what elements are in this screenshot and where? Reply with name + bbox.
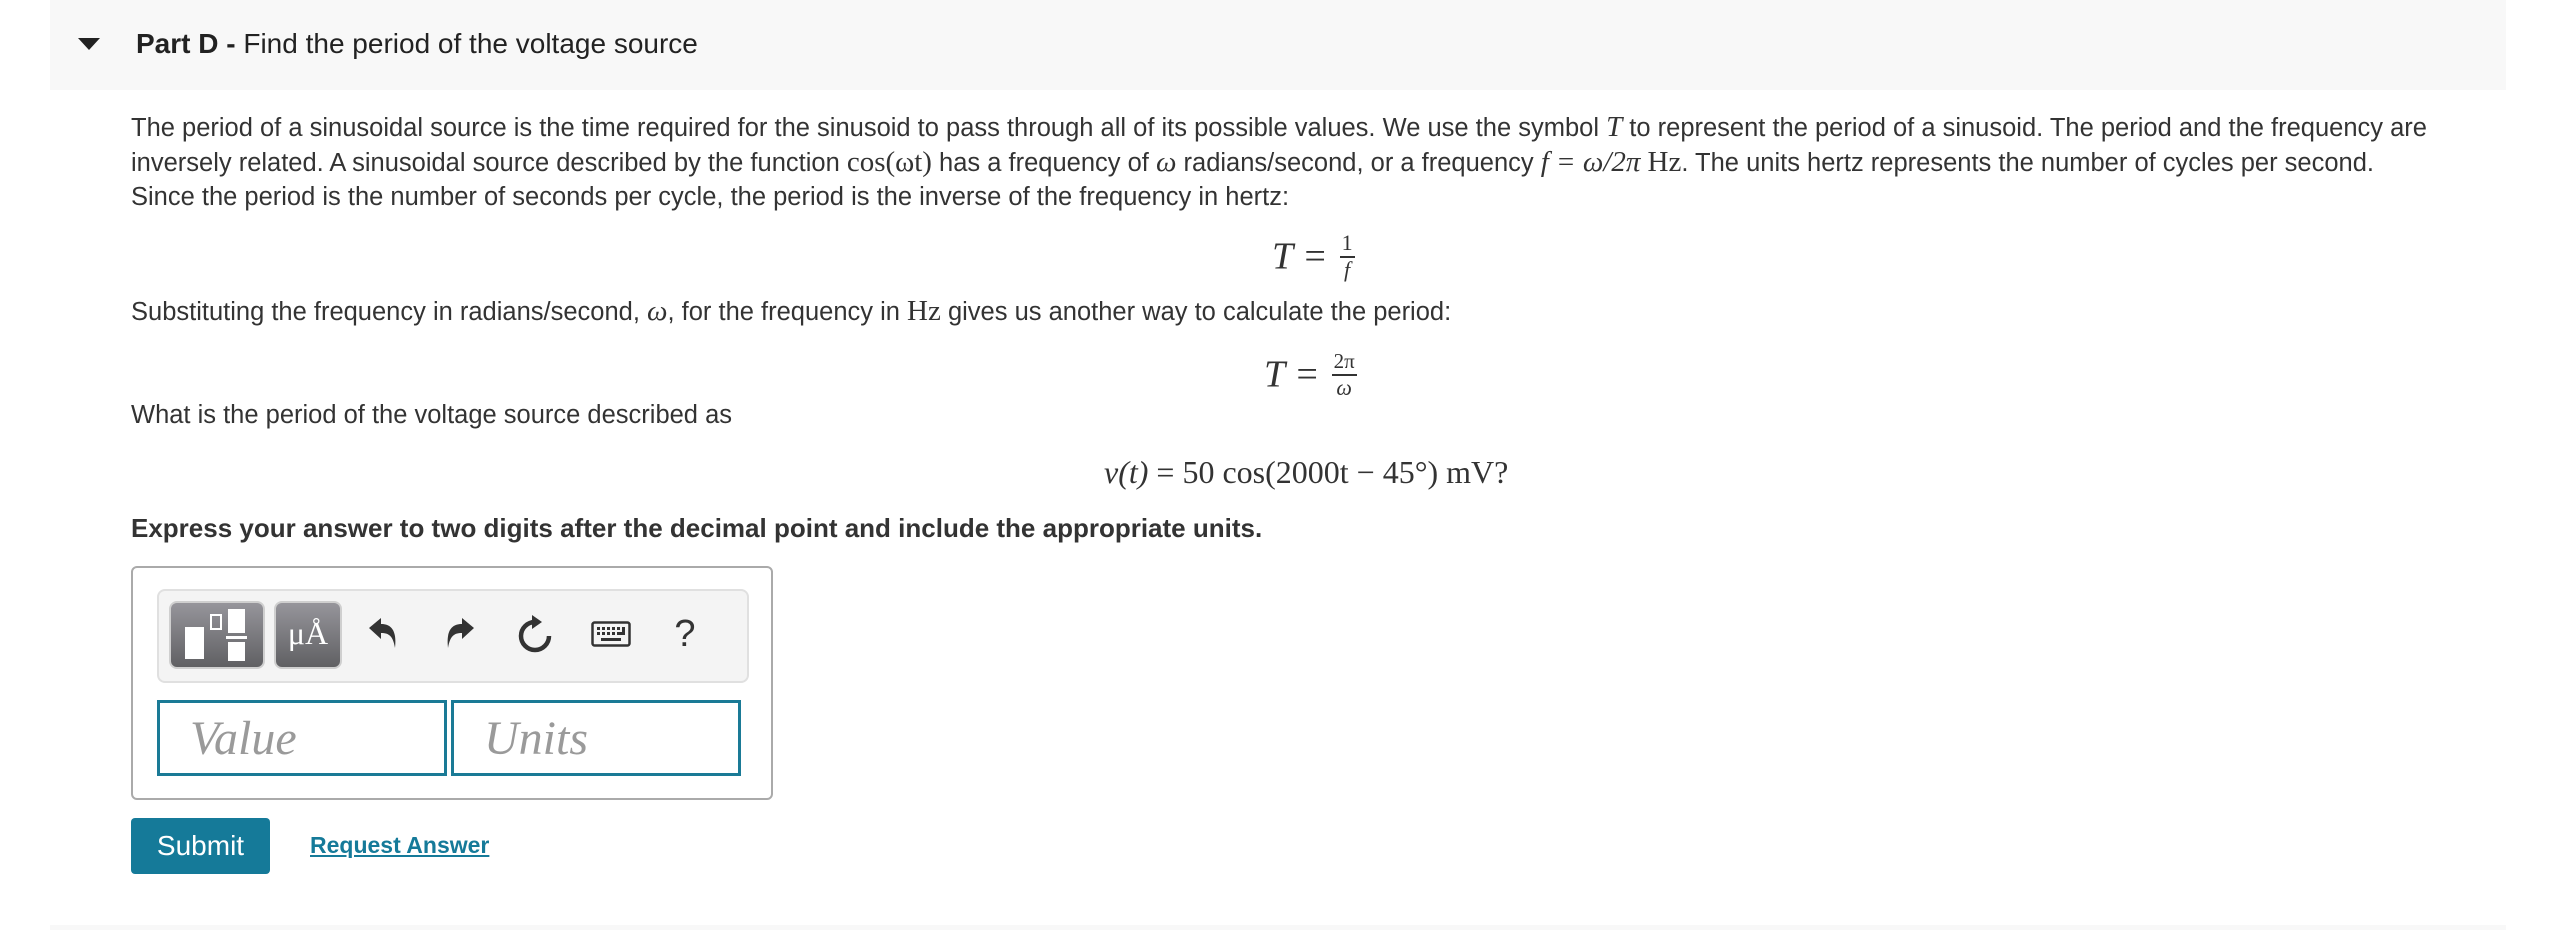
intro-line-2: inversely related. A sinusoidal source d… <box>131 145 2427 180</box>
eq3-rhs: = 50 cos(2000t − 45°) mV? <box>1156 454 1509 490</box>
units-button[interactable]: μÅ <box>274 601 342 669</box>
help-button[interactable]: ? <box>661 609 709 659</box>
substitute-text: gives us another way to calculate the pe… <box>940 298 1452 326</box>
eq1-numerator: 1 <box>1339 232 1355 258</box>
substitute-text: , for the frequency in <box>667 298 908 326</box>
redo-button[interactable] <box>436 609 484 659</box>
eq2-fraction: 2π ω <box>1331 350 1357 400</box>
intro-text: has a frequency of <box>931 149 1156 177</box>
eq1-denominator: f <box>1344 257 1351 282</box>
value-field[interactable] <box>157 700 447 776</box>
equation-period-frequency: T = 1 f <box>1272 232 1355 281</box>
submit-button[interactable]: Submit <box>131 818 270 874</box>
templates-button[interactable] <box>169 601 265 669</box>
part-header: Part D - Find the period of the voltage … <box>50 0 2506 90</box>
math-omega: ω <box>647 295 668 327</box>
eq1-fraction: 1 f <box>1339 232 1355 282</box>
part-title-text: Find the period of the voltage source <box>243 28 698 59</box>
question-text: What is the period of the voltage source… <box>131 401 733 429</box>
intro-text: . The units hertz represents the number … <box>1681 149 2374 177</box>
part-title: Part D - Find the period of the voltage … <box>136 28 698 60</box>
eq2-denominator: ω <box>1336 375 1352 400</box>
intro-text: radians/second, or a frequency <box>1176 149 1541 177</box>
request-answer-link[interactable]: Request Answer <box>310 832 489 859</box>
undo-icon <box>369 618 396 648</box>
value-input[interactable] <box>160 703 444 773</box>
section-divider <box>50 925 2506 930</box>
intro-line-1: The period of a sinusoidal source is the… <box>131 110 2427 145</box>
eq2-lhs: T = <box>1264 353 1320 396</box>
units-input[interactable] <box>454 703 738 773</box>
math-T: T <box>1606 111 1623 143</box>
keyboard-button[interactable] <box>587 609 635 659</box>
answer-instruction: Express your answer to two digits after … <box>131 513 1263 543</box>
units-field[interactable] <box>451 700 741 776</box>
substitute-paragraph: Substituting the frequency in radians/se… <box>131 294 1451 329</box>
equation-period-omega: T = 2π ω <box>1264 350 1357 399</box>
undo-button[interactable] <box>359 609 407 659</box>
intro-text: to represent the period of a sinusoid. T… <box>1622 114 2427 142</box>
collapse-caret-icon[interactable] <box>78 38 100 50</box>
eq3-lhs: v(t) <box>1104 454 1149 490</box>
redo-icon <box>447 618 474 648</box>
reset-button[interactable] <box>511 609 559 659</box>
help-icon: ? <box>674 612 696 655</box>
equation-voltage-source: v(t) = 50 cos(2000t − 45°) mV? <box>1104 454 1508 491</box>
math-hz: Hz <box>1647 146 1682 178</box>
math-toolbar: μÅ ? <box>157 589 749 683</box>
substitute-text: Substituting the frequency in radians/se… <box>131 298 647 326</box>
part-label: Part D - <box>136 28 236 59</box>
math-frequency: f = ω/2π <box>1540 146 1641 178</box>
math-cos-omega-t: cos(ωt) <box>846 146 932 178</box>
templates-icon <box>185 609 247 661</box>
intro-text: inversely related. A sinusoidal source d… <box>131 149 847 177</box>
eq2-numerator: 2π <box>1331 350 1357 376</box>
intro-line-3: Since the period is the number of second… <box>131 183 1290 211</box>
units-button-label: μÅ <box>287 615 329 651</box>
keyboard-icon <box>591 621 631 647</box>
math-omega: ω <box>1155 146 1177 178</box>
math-hz: Hz <box>907 295 941 327</box>
intro-text: The period of a sinusoidal source is the… <box>131 114 1607 142</box>
answer-box: μÅ ? Value Units <box>131 566 773 800</box>
intro-paragraph: The period of a sinusoidal source is the… <box>131 110 2427 214</box>
reset-icon <box>518 615 552 653</box>
eq1-lhs: T = <box>1272 235 1328 278</box>
